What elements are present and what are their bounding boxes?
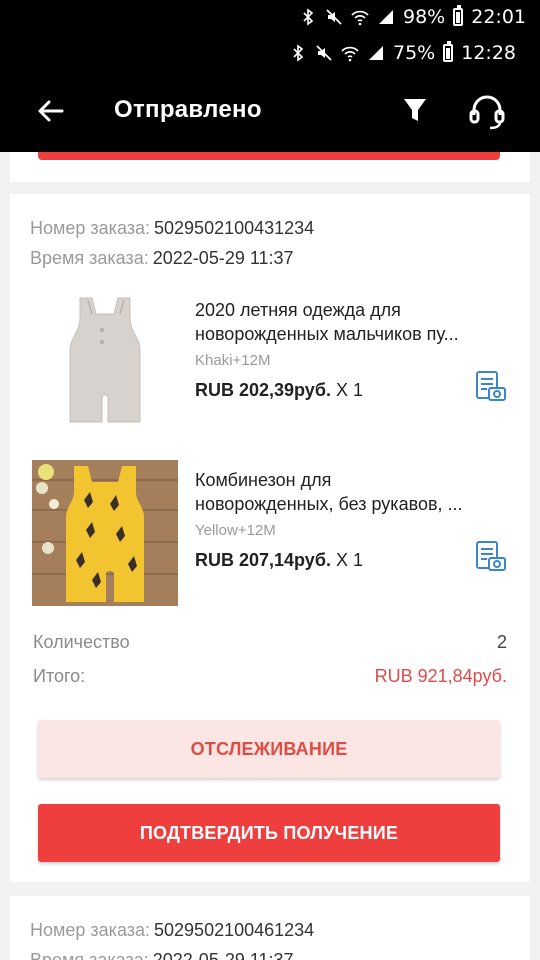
battery-percent: 75% [393, 42, 436, 64]
product-title-line2: новорожденных, без рукавов, ... [195, 494, 463, 514]
product-price-row: RUB 202,39руб. X 1 [195, 380, 363, 401]
order-number: 5029502100461234 [154, 920, 315, 940]
product-title[interactable]: Комбинезон для новорожденных, без рукаво… [195, 468, 509, 516]
inner-status-bar: 75% 12:28 [0, 36, 540, 70]
product-price: RUB 207,14руб. [195, 550, 331, 570]
order-time-row: Время заказа: 2022-05-29 11:37 [30, 950, 294, 960]
bluetooth-icon [303, 8, 314, 26]
previous-order-card [10, 152, 530, 182]
arrow-left-icon[interactable] [34, 94, 68, 128]
order-item[interactable]: Комбинезон для новорожденных, без рукаво… [32, 460, 512, 606]
mute-icon [316, 45, 332, 61]
battery-icon [453, 5, 464, 26]
product-price-row: RUB 207,14руб. X 1 [195, 550, 363, 571]
quantity-label: Количество [33, 632, 130, 652]
signal-icon [369, 46, 383, 60]
battery-icon [443, 41, 454, 62]
mute-icon [326, 9, 342, 25]
order-card: Номер заказа: 5029502100431234 Время зака… [10, 194, 530, 882]
headset-icon[interactable] [466, 90, 508, 132]
signal-icon [379, 10, 393, 24]
clock: 22:01 [471, 6, 526, 28]
product-title-line1: 2020 летняя одежда для [195, 300, 401, 320]
order-time-label: Время заказа: [30, 950, 149, 960]
app-header: Отправлено [0, 70, 540, 152]
product-title[interactable]: 2020 летняя одежда для новорожденных мал… [195, 298, 509, 346]
quantity-value: 2 [496, 632, 507, 652]
order-number-row: Номер заказа: 5029502100461234 [30, 920, 314, 941]
product-image [32, 460, 178, 606]
product-title-line1: Комбинезон для [195, 470, 332, 490]
product-qty: X 1 [335, 380, 363, 400]
receipt-camera-icon[interactable] [472, 368, 508, 404]
filter-icon[interactable] [398, 92, 432, 128]
confirm-button-edge[interactable] [38, 152, 500, 160]
wifi-icon [351, 10, 369, 26]
order-number: 5029502100431234 [154, 218, 315, 238]
receipt-camera-icon[interactable] [472, 538, 508, 574]
order-number-label: Номер заказа: [30, 920, 151, 940]
product-variant: Khaki+12M [195, 352, 271, 369]
product-qty: X 1 [335, 550, 363, 570]
total-value: RUB 921,84руб. [374, 666, 507, 686]
total-row: Итого: RUB 921,84руб. [33, 666, 507, 687]
track-button[interactable]: ОТСЛЕЖИВАНИЕ [38, 720, 500, 778]
product-price: RUB 202,39руб. [195, 380, 331, 400]
order-time: 2022-05-29 11:37 [152, 950, 294, 960]
page-title: Отправлено [114, 96, 262, 123]
order-number-row: Номер заказа: 5029502100431234 [30, 218, 314, 239]
clock: 12:28 [461, 42, 516, 64]
total-label: Итого: [33, 666, 86, 686]
order-time: 2022-05-29 11:37 [152, 248, 294, 268]
order-time-label: Время заказа: [30, 248, 149, 268]
product-title-line2: новорожденных мальчиков пу... [195, 324, 459, 344]
product-variant: Yellow+12M [195, 522, 276, 539]
order-card: Номер заказа: 5029502100461234 Время зака… [10, 896, 530, 960]
wifi-icon [341, 46, 359, 62]
confirm-receipt-button[interactable]: ПОДТВЕРДИТЬ ПОЛУЧЕНИЕ [38, 804, 500, 862]
product-image [32, 290, 178, 436]
order-number-label: Номер заказа: [30, 218, 151, 238]
status-bar: 98% 22:01 [0, 0, 540, 36]
battery-percent: 98% [403, 6, 446, 28]
quantity-row: Количество 2 [33, 632, 507, 653]
order-time-row: Время заказа: 2022-05-29 11:37 [30, 248, 294, 269]
order-item[interactable]: 2020 летняя одежда для новорожденных мал… [32, 290, 512, 436]
bluetooth-icon [293, 44, 304, 62]
